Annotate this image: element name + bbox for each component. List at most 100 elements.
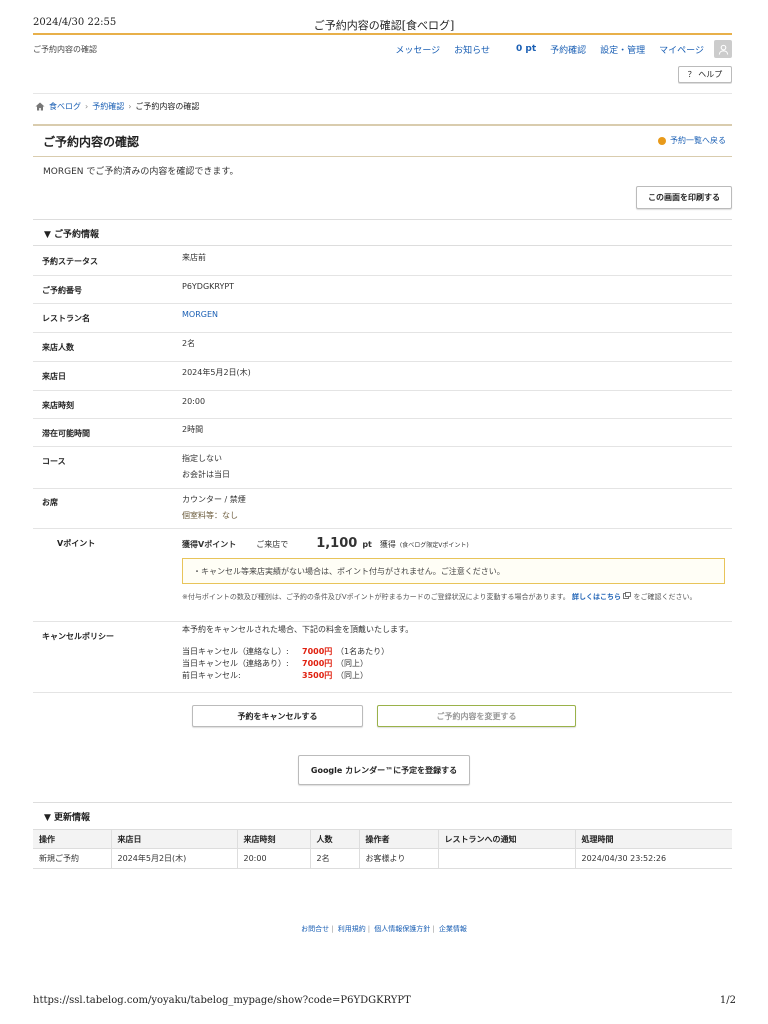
nav-notifications[interactable]: お知らせ — [454, 43, 490, 56]
breadcrumb-home[interactable]: 食べログ — [49, 101, 81, 112]
table-cell: お客様より — [359, 848, 439, 869]
table-cell: 2024年5月2日(木) — [111, 848, 238, 869]
nav-messages[interactable]: メッセージ — [395, 43, 440, 56]
status-value: 来店前 — [182, 253, 206, 262]
row-course: コース 指定しない お会計は当日 — [33, 446, 732, 489]
cancel-row-label: 前日キャンセル: — [182, 671, 241, 680]
reservation-section-header: ▼ ご予約情報 — [33, 219, 732, 246]
home-icon — [35, 102, 45, 111]
vpoint-value: 1,100 — [316, 536, 358, 551]
row-vpoint: Vポイント 獲得Vポイント ご来店で 1,100 pt 獲得 (食べログ限定Vポ… — [33, 528, 732, 622]
cancel-row: 当日キャンセル（連絡なし）: 7000円 （1名あたり） — [182, 646, 413, 658]
cancel-policy-intro: 本予約をキャンセルされた場合、下記の料金を頂戴いたします。 — [182, 625, 414, 634]
cancel-row-label: 当日キャンセル（連絡あり）: — [182, 659, 289, 668]
cancel-row-fee: 3500円 — [302, 671, 333, 680]
cancel-row-note: （同上） — [336, 671, 368, 680]
footer-terms[interactable]: 利用規約 — [338, 925, 366, 933]
nav-mypage[interactable]: マイページ — [659, 43, 704, 56]
vpoint-label: Vポイント — [57, 539, 96, 548]
print-button[interactable]: この画面を印刷する — [636, 186, 732, 209]
party-value: 2名 — [182, 339, 196, 348]
footer-company[interactable]: 企業情報 — [439, 925, 467, 933]
cancel-policy-label: キャンセルポリシー — [42, 632, 114, 641]
table-cell: 20:00 — [237, 848, 311, 869]
cancel-row-note: （1名あたり） — [336, 647, 390, 656]
change-reservation-button[interactable]: ご予約内容を変更する — [377, 705, 576, 727]
print-url: https://ssl.tabelog.com/yoyaku/tabelog_m… — [33, 995, 411, 1006]
vpoint-earn-label: 獲得Vポイント — [182, 540, 237, 549]
vpoint-warning-box: ・キャンセル等来店実績がない場合は、ポイント付与がされません。ご注意ください。 — [182, 558, 725, 584]
cancel-reservation-button[interactable]: 予約をキャンセルする — [192, 705, 363, 727]
row-restaurant: レストラン名 MORGEN — [33, 303, 732, 333]
cancel-row: 当日キャンセル（連絡あり）: 7000円 （同上） — [182, 658, 413, 670]
page-label: ご予約内容の確認 — [33, 45, 97, 54]
restaurant-label: レストラン名 — [42, 314, 90, 323]
time-value: 20:00 — [182, 397, 206, 406]
table-cell: 2024/04/30 23:52:26 — [575, 848, 732, 869]
vpoint-disclaimer: ※付与ポイントの数及び種別は、ご予約の条件及びVポイントが貯まるカードのご登録状… — [182, 592, 725, 603]
page-title-bar: ご予約内容の確認 予約一覧へ戻る — [33, 124, 732, 157]
footer-privacy[interactable]: 個人情報保護方針 — [374, 925, 430, 933]
top-nav: メッセージ お知らせ 0 pt 予約確認 設定・管理 マイページ — [381, 40, 732, 58]
row-seat: お席 カウンター / 禁煙 個室料等：なし — [33, 488, 732, 529]
col-header: 来店日 — [111, 829, 238, 849]
restaurant-link[interactable]: MORGEN — [182, 307, 218, 323]
col-header: 来店時刻 — [237, 829, 311, 849]
col-header: 人数 — [310, 829, 360, 849]
cancel-row-note: （同上） — [336, 659, 368, 668]
vpoint-detail-link[interactable]: 詳しくはこちら — [572, 593, 621, 601]
course-value: 指定しない お会計は当日 — [182, 451, 230, 483]
col-header: 操作者 — [359, 829, 439, 849]
updates-table: 操作 来店日 来店時刻 人数 操作者 レストランへの通知 処理時間 新規ご予約 … — [33, 829, 732, 869]
nav-settings[interactable]: 設定・管理 — [600, 43, 645, 56]
table-row: 新規ご予約 2024年5月2日(木) 20:00 2名 お客様より 2024/0… — [33, 848, 732, 869]
cancel-policy-value: 本予約をキャンセルされた場合、下記の料金を頂戴いたします。 当日キャンセル（連絡… — [182, 624, 413, 682]
avatar[interactable] — [714, 40, 732, 58]
nav-reservations[interactable]: 予約確認 — [550, 43, 586, 56]
row-number: ご予約番号 P6YDGKRYPT — [33, 275, 732, 304]
vpoint-disclaimer-end: をご確認ください。 — [633, 593, 697, 601]
stay-value: 2時間 — [182, 425, 204, 434]
seat-value: カウンター / 禁煙 個室料等：なし — [182, 492, 246, 524]
row-status: 予約ステータス 来店前 — [33, 245, 732, 276]
bullet-icon — [658, 136, 666, 145]
google-calendar-button[interactable]: Google カレンダー™に予定を登録する — [298, 755, 470, 785]
vpoint-disclaimer-text: ※付与ポイントの数及び種別は、ご予約の条件及びVポイントが貯まるカードのご登録状… — [182, 593, 570, 601]
nav-points[interactable]: 0 pt — [516, 44, 536, 54]
cancel-row-label: 当日キャンセル（連絡なし）: — [182, 647, 289, 656]
updates-section-header: ▼ 更新情報 — [33, 802, 732, 829]
row-stay: 滞在可能時間 2時間 — [33, 418, 732, 447]
row-party: 来店人数 2名 — [33, 332, 732, 362]
breadcrumb-reservations[interactable]: 予約確認 — [92, 101, 124, 112]
number-label: ご予約番号 — [42, 286, 82, 295]
reservation-section-title: ▼ ご予約情報 — [44, 230, 100, 240]
row-cancel-policy: キャンセルポリシー 本予約をキャンセルされた場合、下記の料金を頂戴いたします。 … — [33, 621, 732, 693]
cancel-row: 前日キャンセル: 3500円 （同上） — [182, 670, 413, 682]
vpoint-unit: pt — [362, 540, 372, 549]
chevron-right-icon: › — [128, 102, 132, 111]
col-header: 操作 — [33, 829, 112, 849]
footer-contact[interactable]: お問合せ — [301, 925, 329, 933]
party-label: 来店人数 — [42, 343, 74, 352]
external-window-icon — [623, 592, 632, 599]
seat-room-fee: 個室料等：なし — [182, 511, 238, 520]
vpoint-summary: 獲得Vポイント ご来店で 1,100 pt 獲得 (食べログ限定Vポイント) — [182, 536, 469, 554]
user-icon — [718, 44, 728, 55]
breadcrumb-current: ご予約内容の確認 — [135, 102, 200, 111]
top-bar: ご予約内容の確認 メッセージ お知らせ 0 pt 予約確認 設定・管理 マイペー… — [33, 33, 732, 63]
number-value: P6YDGKRYPT — [182, 282, 235, 291]
status-label: 予約ステータス — [42, 257, 98, 266]
table-header-row: 操作 来店日 来店時刻 人数 操作者 レストランへの通知 処理時間 — [33, 829, 732, 849]
cancel-row-fee: 7000円 — [302, 647, 333, 656]
table-cell: 新規ご予約 — [33, 848, 112, 869]
time-label: 来店時刻 — [42, 401, 74, 410]
course-payment: お会計は当日 — [182, 470, 230, 479]
help-button[interactable]: ？ ヘルプ — [678, 66, 732, 83]
course-label: コース — [42, 457, 66, 466]
col-header: レストランへの通知 — [438, 829, 576, 849]
date-label: 来店日 — [42, 372, 66, 381]
seat-type: カウンター / 禁煙 — [182, 495, 246, 504]
cancel-row-fee: 7000円 — [302, 659, 333, 668]
back-to-list-link[interactable]: 予約一覧へ戻る — [658, 135, 726, 146]
breadcrumb: 食べログ › 予約確認 › ご予約内容の確認 — [35, 101, 199, 112]
